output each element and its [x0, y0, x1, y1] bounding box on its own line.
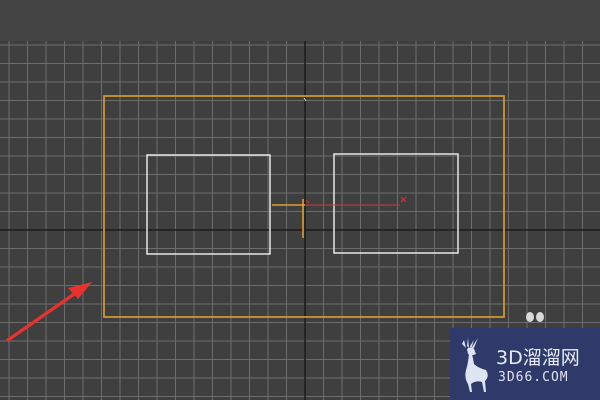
viewport-gizmo-dot [536, 312, 544, 322]
deer-icon [462, 338, 488, 392]
viewport-3d[interactable]: 3D溜溜网 3D66.COM [0, 0, 600, 400]
viewport-gizmo-dot [526, 312, 534, 322]
viewport-top-bar [0, 0, 600, 41]
watermark-3d66: 3D溜溜网 3D66.COM [450, 328, 600, 400]
watermark-brand-text: 3D溜溜网 [496, 347, 580, 369]
watermark-url-text: 3D66.COM [498, 370, 569, 385]
